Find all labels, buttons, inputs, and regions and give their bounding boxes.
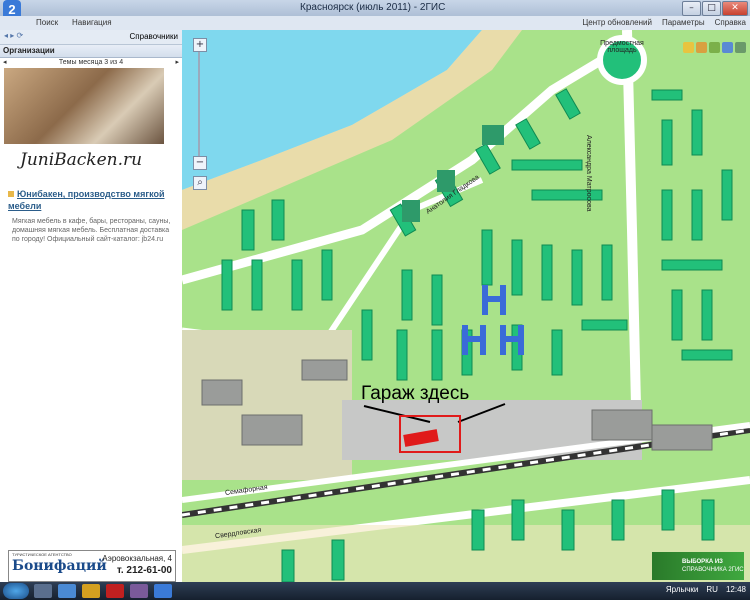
explorer-icon[interactable]	[34, 584, 52, 598]
close-button[interactable]: ✕	[722, 1, 748, 16]
zoom-slider[interactable]	[198, 52, 200, 156]
annotation-arrow-right	[457, 403, 506, 423]
ad-logo[interactable]: JuniBacken.ru	[20, 150, 142, 170]
print-icon[interactable]	[722, 42, 733, 53]
ruler-icon[interactable]	[683, 42, 694, 53]
street-label-matrosova: Александра Матросова	[585, 135, 592, 212]
window-titlebar: 2 Красноярск (июль 2011) - 2ГИС – □ ✕	[0, 0, 750, 20]
map-tools	[683, 42, 746, 53]
banner-line2: СПРАВОЧНИКА 2ГИС	[682, 567, 744, 573]
themes-label: Темы месяца 3 из 4	[58, 59, 124, 66]
window-controls: – □ ✕	[682, 1, 748, 16]
map-canvas[interactable]	[182, 30, 750, 582]
app-icon[interactable]	[130, 584, 148, 598]
menu-search[interactable]: Поиск	[36, 18, 58, 27]
back-forward-icon[interactable]: ◂ ▸ ⟳	[4, 31, 23, 40]
banner-line1: ВЫБОРКА ИЗ	[682, 559, 723, 565]
left-toolbar: ◂ ▸ ⟳ Справочники	[0, 30, 182, 45]
clock[interactable]: 12:48	[726, 585, 746, 594]
map-view[interactable]	[182, 30, 750, 582]
zoom-control: + − ⌕	[193, 38, 207, 190]
tray-label[interactable]: Ярлычки	[666, 585, 699, 594]
menu-bar: Поиск Навигация Центр обновлений Парамет…	[0, 16, 750, 30]
ad-image[interactable]	[4, 68, 164, 144]
organizations-header[interactable]: Организации	[0, 45, 182, 58]
2gis-extract-banner[interactable]: ВЫБОРКА ИЗ СПРАВОЧНИКА 2ГИС	[652, 552, 744, 580]
bottom-ad-banner[interactable]: ТУРИСТИЧЕСКОЕ АГЕНТСТВО Бонифаций Аэрово…	[8, 550, 176, 582]
bottom-ad-brand: Бонифаций	[12, 558, 107, 574]
start-button[interactable]	[3, 583, 29, 599]
bottom-ad-address: Аэровокзальная, 4	[102, 554, 172, 563]
2gis-taskbar-icon[interactable]	[154, 584, 172, 598]
bottom-ad-tagline: ТУРИСТИЧЕСКОЕ АГЕНТСТВО	[12, 552, 72, 557]
info-icon[interactable]	[735, 42, 746, 53]
ad-title[interactable]: Юнибакен, производство мягкой мебели	[8, 188, 168, 212]
zoom-out-button[interactable]: −	[193, 156, 207, 170]
taskbar-apps	[34, 584, 172, 598]
layers-icon[interactable]	[696, 42, 707, 53]
menu-navigation[interactable]: Навигация	[72, 18, 112, 27]
magnifier-icon[interactable]: ⌕	[193, 176, 207, 190]
route-icon[interactable]	[709, 42, 720, 53]
maximize-button[interactable]: □	[702, 1, 721, 16]
bottom-ad-phone: т. 212-61-00	[116, 565, 172, 576]
menu-settings[interactable]: Параметры	[662, 18, 705, 27]
ie-icon[interactable]	[58, 584, 76, 598]
folder-icon[interactable]	[82, 584, 100, 598]
garage-highlight-box[interactable]	[399, 415, 461, 453]
themes-prev-icon[interactable]: ◂	[3, 58, 7, 68]
ad-bullet-icon	[8, 191, 14, 197]
system-tray: Ярлычки RU 12:48	[666, 585, 746, 594]
minimize-button[interactable]: –	[682, 1, 701, 16]
ad-description: Мягкая мебель в кафе, бары, рестораны, с…	[12, 218, 171, 243]
directories-dropdown[interactable]: Справочники	[130, 32, 178, 41]
themes-next-icon[interactable]: ▸	[175, 58, 179, 68]
window-title: Красноярск (июль 2011) - 2ГИС	[300, 2, 446, 13]
menu-update-center[interactable]: Центр обновлений	[582, 18, 652, 27]
taskbar: Ярлычки RU 12:48	[0, 582, 750, 600]
ad-title-text[interactable]: Юнибакен, производство мягкой мебели	[8, 189, 165, 211]
themes-of-month: ◂ Темы месяца 3 из 4 ▸	[0, 58, 182, 68]
language-indicator[interactable]: RU	[706, 585, 718, 594]
zoom-in-button[interactable]: +	[193, 38, 207, 52]
opera-icon[interactable]	[106, 584, 124, 598]
place-label-square: Предмостная площадь	[600, 40, 644, 54]
menu-help[interactable]: Справка	[715, 18, 746, 27]
